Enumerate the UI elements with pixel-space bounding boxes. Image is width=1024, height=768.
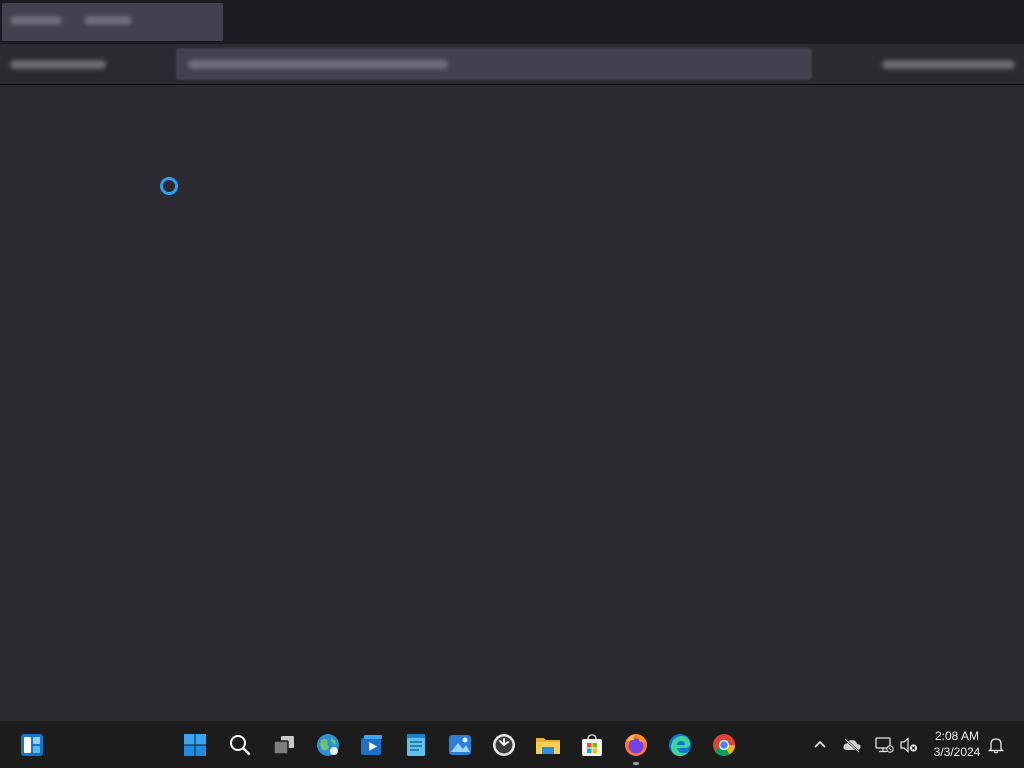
chrome-icon[interactable] (708, 729, 740, 761)
weather-globe-icon[interactable] (312, 729, 344, 761)
desktop-screen: 2:08 AM 3/3/2024 (0, 0, 1024, 768)
bell-icon[interactable] (984, 733, 1008, 757)
tab-title-blurred (10, 16, 62, 25)
notepad-icon[interactable] (400, 729, 432, 761)
search-icon[interactable] (224, 729, 256, 761)
address-text-blurred (188, 60, 448, 69)
page-content (0, 85, 1024, 720)
cloud-offline-icon[interactable] (840, 733, 864, 757)
address-bar[interactable] (176, 48, 812, 80)
clock-time: 2:08 AM (934, 729, 980, 743)
store-icon[interactable] (576, 729, 608, 761)
chevron-up-icon[interactable] (808, 733, 832, 757)
firefox-icon[interactable] (620, 729, 652, 765)
start-icon[interactable] (179, 729, 211, 761)
browser-toolbar (0, 44, 1024, 85)
network-icon[interactable] (872, 733, 896, 757)
media-player-icon[interactable] (356, 729, 388, 761)
edge-icon[interactable] (664, 729, 696, 761)
toolbar-left-blurred[interactable] (10, 60, 106, 69)
widgets-icon[interactable] (16, 729, 48, 761)
taskbar: 2:08 AM 3/3/2024 (0, 720, 1024, 768)
tab-title-blurred-2 (84, 16, 132, 25)
photos-icon[interactable] (444, 729, 476, 761)
volume-muted-icon[interactable] (897, 733, 921, 757)
browser-tab-active[interactable] (2, 3, 223, 41)
loading-spinner-icon (160, 177, 178, 195)
clock-date: 3/3/2024 (933, 745, 981, 759)
toolbar-right-blurred[interactable] (882, 60, 1015, 69)
clock-icon[interactable] (488, 729, 520, 761)
browser-tab-strip (0, 0, 1024, 44)
file-explorer-icon[interactable] (532, 729, 564, 761)
firefox-running-indicator (633, 762, 639, 765)
taskbar-clock[interactable]: 2:08 AM 3/3/2024 (924, 728, 990, 760)
task-view-icon[interactable] (268, 729, 300, 761)
